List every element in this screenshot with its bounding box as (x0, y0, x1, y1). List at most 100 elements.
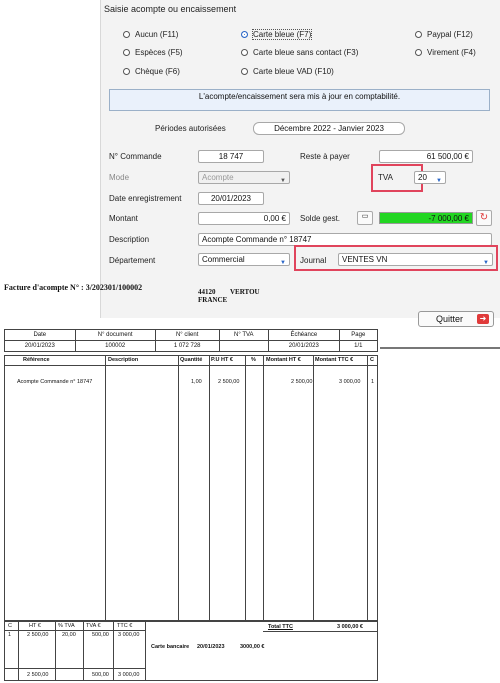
footer-total-ht: 2 500,00 (27, 672, 49, 678)
reste-field: 61 500,00 € (379, 150, 473, 163)
col-montant-ht: Montant HT € (266, 357, 301, 363)
radio-dot (241, 68, 248, 75)
footer-col-pct-tva: % TVA (58, 623, 75, 629)
info-message: L'acompte/encaissement sera mis à jour e… (109, 89, 490, 111)
date-label: Date enregistrement (109, 194, 182, 203)
date-field[interactable]: 20/01/2023 (198, 192, 264, 205)
column-divider (367, 356, 368, 620)
footer-col-ht: HT € (29, 623, 41, 629)
line-montant-ht: 2 500,00 (291, 379, 313, 385)
footer-total-ttc: 3 000,00 (118, 672, 140, 678)
column-divider (105, 356, 106, 620)
column-divider (209, 356, 210, 620)
radio-carte-bleue[interactable]: Carte bleue (F7) (241, 29, 313, 40)
chevron-down-icon: ▼ (436, 178, 442, 184)
radio-dot (123, 68, 130, 75)
column-divider (263, 356, 264, 620)
payment-date: 20/01/2023 (197, 644, 225, 650)
payment-label: Carte bancaire (151, 644, 190, 650)
header-label: Échéance (268, 329, 340, 341)
footer-row1-c: 1 (8, 632, 12, 638)
dialog-title: Saisie acompte ou encaissement (104, 4, 237, 14)
footer-total-tva: 500,00 (92, 672, 109, 678)
footer-col-c: C (8, 623, 12, 629)
line-c: 1 (371, 379, 375, 385)
column-divider (145, 622, 146, 680)
col-c: C (370, 357, 374, 363)
address-country: FRANCE (198, 296, 228, 304)
chevron-down-icon: ▼ (483, 260, 489, 266)
address-city: VERTOU (230, 288, 260, 296)
montant-field[interactable]: 0,00 € (198, 212, 290, 225)
address-postcode: 44120 (198, 288, 216, 296)
radio-cb-sans-contact[interactable]: Carte bleue sans contact (F3) (241, 48, 358, 57)
radio-dot (241, 49, 248, 56)
header-label: Date (4, 329, 76, 341)
tva-label: TVA (378, 173, 393, 182)
column-divider (313, 356, 314, 620)
card-icon[interactable]: ▭ (357, 211, 373, 225)
refresh-icon[interactable]: ↻ (476, 210, 492, 226)
montant-label: Montant (109, 214, 138, 223)
radio-paypal[interactable]: Paypal (F12) (415, 30, 473, 39)
tva-select[interactable]: 20 ▼ (414, 171, 446, 184)
payment-amount: 3000,00 € (240, 644, 265, 650)
col-reference: Référence (23, 357, 50, 363)
footer-col-tva: TVA € (86, 623, 101, 629)
header-value: 100002 (74, 340, 156, 352)
commande-label: N° Commande (109, 152, 162, 161)
footer-col-ttc: TTC € (117, 623, 133, 629)
solde-label: Solde gest. (300, 214, 341, 223)
radio-dot (123, 31, 130, 38)
line-reference: Acompte Commande n° 18747 (17, 379, 93, 385)
quit-button[interactable]: Quitter ➜ (418, 311, 494, 327)
radio-cheque[interactable]: Chèque (F6) (123, 67, 180, 76)
mode-label: Mode (109, 173, 130, 182)
header-label: N° client (154, 329, 220, 341)
invoice-footer: C HT € % TVA TVA € TTC € 1 2 500,00 20,0… (4, 621, 378, 681)
solde-field: -7 000,00 € (379, 212, 473, 224)
header-divider (5, 365, 377, 366)
col-pct: % (251, 357, 256, 363)
commande-field[interactable]: 18 747 (198, 150, 264, 163)
col-pu: P.U HT € (211, 357, 233, 363)
line-montant-ttc: 3 000,00 (339, 379, 361, 385)
header-value: 20/01/2023 (4, 340, 76, 352)
radio-cb-vad[interactable]: Carte bleue VAD (F10) (241, 67, 334, 76)
periodes-field: Décembre 2022 - Janvier 2023 (253, 122, 405, 135)
header-value: 20/01/2023 (268, 340, 340, 352)
line-pu: 2 500,00 (218, 379, 240, 385)
footer-row1-pct: 20,00 (62, 632, 76, 638)
reste-label: Reste à payer (300, 152, 350, 161)
footer-row1-tva: 500,00 (92, 632, 109, 638)
invoice-title: Facture d'acompte N° : 3/202301/100002 (4, 283, 143, 292)
radio-dot (415, 31, 422, 38)
radio-aucun[interactable]: Aucun (F11) (123, 30, 178, 39)
footer-header-divider (5, 630, 145, 631)
chevron-down-icon: ▼ (280, 178, 286, 184)
radio-virement[interactable]: Virement (F4) (415, 48, 476, 57)
col-quantite: Quantité (180, 357, 203, 363)
footer-row1-ttc: 3 000,00 (118, 632, 140, 638)
journal-select[interactable]: VENTES VN ▼ (338, 253, 493, 266)
description-label: Description (109, 235, 150, 244)
chevron-down-icon: ▼ (280, 260, 286, 266)
invoice-lines-table: Référence Description Quantité P.U HT € … (4, 355, 378, 621)
col-description: Description (108, 357, 139, 363)
header-value (218, 340, 270, 352)
radio-dot-selected (241, 31, 248, 38)
header-label: Page (338, 329, 379, 341)
departement-select[interactable]: Commercial ▼ (198, 253, 290, 266)
col-montant-ttc: Montant TTC € (315, 357, 354, 363)
header-label: N° TVA (218, 329, 270, 341)
divider (380, 347, 500, 349)
column-divider (245, 356, 246, 620)
mode-select: Acompte ▼ (198, 171, 290, 184)
total-divider (263, 631, 377, 632)
header-value: 1/1 (338, 340, 379, 352)
radio-especes[interactable]: Espèces (F5) (123, 48, 183, 57)
column-divider (178, 356, 179, 620)
line-quantite: 1,00 (191, 379, 202, 385)
invoice-header-table: Date N° document N° client N° TVA Échéan… (4, 329, 379, 352)
departement-label: Département (109, 256, 156, 265)
